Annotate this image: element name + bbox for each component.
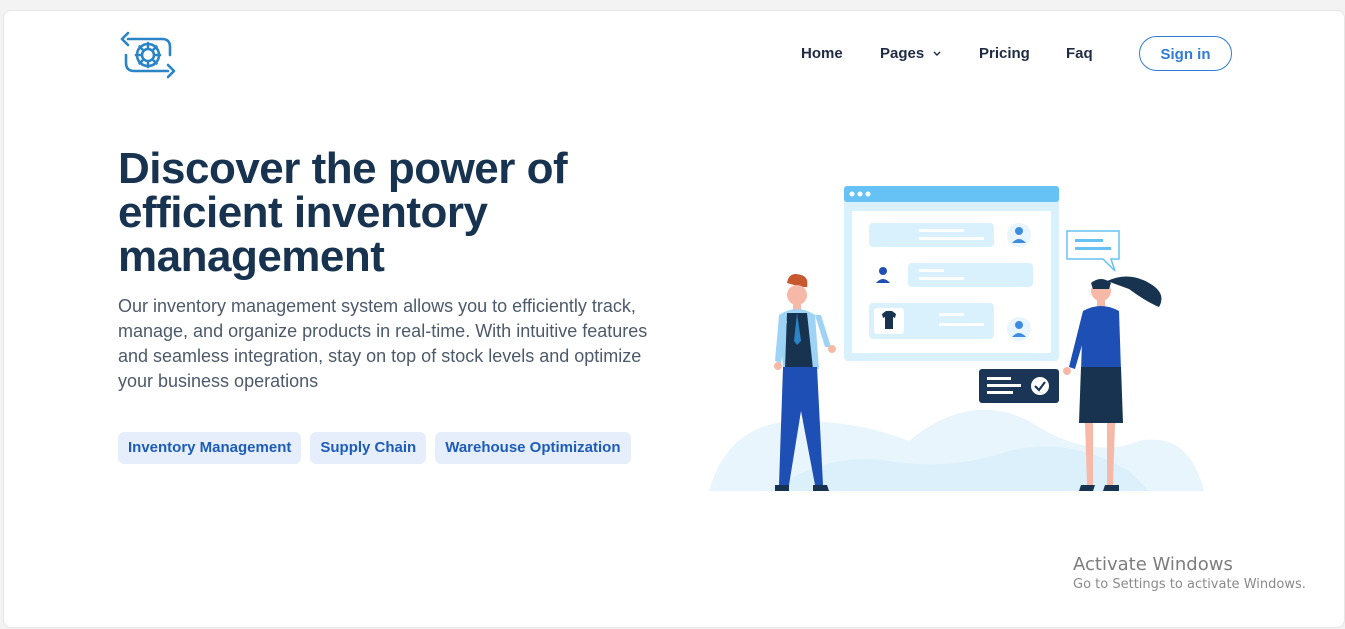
user-icon bbox=[871, 263, 895, 287]
hero-headline: Discover the power of efficient inventor… bbox=[118, 147, 678, 279]
headline-line: efficient inventory bbox=[118, 188, 488, 237]
headline-line: management bbox=[118, 232, 385, 281]
sync-gear-icon bbox=[120, 31, 176, 79]
hero-description: Our inventory management system allows y… bbox=[118, 296, 648, 391]
nav-pages-label: Pages bbox=[880, 45, 925, 62]
tag-inventory-management[interactable]: Inventory Management bbox=[118, 432, 302, 464]
watermark-subtitle: Go to Settings to activate Windows. bbox=[1073, 577, 1306, 592]
user-icon bbox=[1007, 223, 1031, 247]
brand-logo[interactable] bbox=[118, 25, 178, 85]
sign-in-button[interactable]: Sign in bbox=[1139, 36, 1232, 71]
check-icon bbox=[1031, 377, 1049, 395]
nav-faq-link[interactable]: Faq bbox=[1066, 45, 1093, 62]
nav-pages-dropdown[interactable]: Pages bbox=[880, 45, 941, 62]
chevron-down-icon bbox=[933, 49, 941, 60]
chat-bubble-icon bbox=[1066, 230, 1120, 272]
hero-illustration bbox=[709, 171, 1214, 491]
headline-line: Discover the power of bbox=[118, 144, 568, 193]
activate-windows-watermark: Activate Windows Go to Settings to activ… bbox=[1073, 554, 1306, 592]
tag-list: Inventory Management Supply Chain Wareho… bbox=[118, 432, 631, 464]
page-frame: Home Pages Pricing Faq Sign in Discover … bbox=[3, 10, 1345, 628]
user-icon bbox=[1007, 317, 1031, 341]
watermark-title: Activate Windows bbox=[1073, 554, 1233, 575]
tag-supply-chain[interactable]: Supply Chain bbox=[310, 432, 427, 464]
nav-pricing-link[interactable]: Pricing bbox=[979, 45, 1030, 62]
tag-warehouse-optimization[interactable]: Warehouse Optimization bbox=[435, 432, 631, 464]
nav-home-link[interactable]: Home bbox=[801, 45, 843, 62]
